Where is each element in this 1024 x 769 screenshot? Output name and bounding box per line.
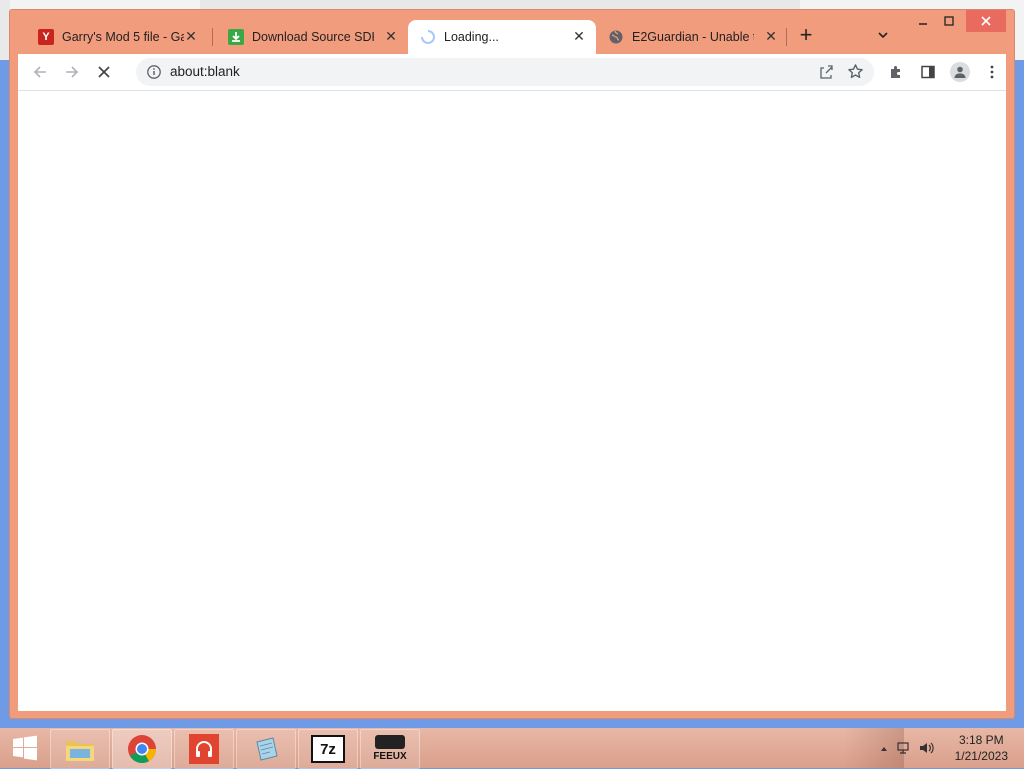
tab-e2guardian[interactable]: E2Guardian - Unable to ✕ <box>598 20 788 54</box>
volume-icon[interactable] <box>918 740 934 759</box>
extensions-icon[interactable] <box>886 62 906 82</box>
taskbar-7zip[interactable]: 7z <box>298 729 358 769</box>
tab-strip: Y Garry's Mod 5 file - Gar ✕ Download So… <box>10 10 1014 54</box>
tab-close-icon[interactable]: ✕ <box>384 29 398 43</box>
tab-title: Download Source SDK <box>252 30 374 44</box>
browser-window: Y Garry's Mod 5 file - Gar ✕ Download So… <box>10 10 1014 718</box>
bookmark-star-icon[interactable] <box>847 63 864 85</box>
feeux-label: FEEUX <box>373 751 407 762</box>
close-window-button[interactable] <box>966 10 1006 32</box>
feeux-icon: FEEUX <box>373 733 407 765</box>
loading-spinner-icon <box>420 29 436 45</box>
tab-title: Loading... <box>444 30 499 44</box>
download-icon <box>228 29 244 45</box>
forward-icon[interactable] <box>62 62 82 82</box>
page-viewport[interactable] <box>18 91 1006 711</box>
show-hidden-icons-icon[interactable] <box>880 742 888 756</box>
new-tab-button[interactable]: + <box>796 24 816 46</box>
system-tray: 3:18 PM 1/21/2023 <box>874 728 1024 768</box>
tab-search-chevron-icon[interactable] <box>876 28 892 44</box>
share-icon[interactable] <box>818 64 834 85</box>
taskbar: 7z FEEUX 3:18 PM 1/21/2023 <box>0 728 1024 769</box>
tab-title: E2Guardian - Unable to <box>632 30 754 44</box>
tab-title: Garry's Mod 5 file - Gar <box>62 30 184 44</box>
file-explorer-icon <box>66 741 94 761</box>
profile-icon[interactable] <box>950 62 970 82</box>
clock-time: 3:18 PM <box>958 733 1004 747</box>
address-bar[interactable]: about:blank <box>136 58 874 86</box>
yandex-icon: Y <box>38 29 54 45</box>
tab-garrys-mod[interactable]: Y Garry's Mod 5 file - Gar ✕ <box>28 20 208 54</box>
url-text[interactable]: about:blank <box>170 64 240 79</box>
taskbar-chrome[interactable] <box>112 729 172 769</box>
windows-logo-icon <box>13 735 37 761</box>
tab-loading[interactable]: Loading... ✕ <box>408 20 596 54</box>
tab-download-source-sdk[interactable]: Download Source SDK ✕ <box>218 20 408 54</box>
maximize-button[interactable] <box>934 10 964 32</box>
browser-toolbar: about:blank <box>18 54 1006 91</box>
headphones-app-icon <box>189 734 219 764</box>
7zip-icon: 7z <box>311 735 345 763</box>
start-button[interactable] <box>0 728 50 768</box>
notepad-icon <box>256 737 278 761</box>
site-info-icon[interactable] <box>146 64 162 80</box>
taskbar-notepad[interactable] <box>236 729 296 769</box>
feeux-device-shape <box>375 735 405 749</box>
back-icon[interactable] <box>30 62 50 82</box>
stop-icon[interactable] <box>94 62 114 82</box>
tab-close-icon[interactable]: ✕ <box>764 29 778 43</box>
clock[interactable]: 3:18 PM 1/21/2023 <box>955 732 1008 764</box>
taskbar-file-explorer[interactable] <box>50 729 110 769</box>
tab-separator <box>212 28 213 46</box>
chrome-icon <box>128 735 157 764</box>
network-icon[interactable] <box>896 740 912 759</box>
background-window-edge <box>0 0 10 60</box>
clock-date: 1/21/2023 <box>954 749 1008 763</box>
taskbar-feeux[interactable]: FEEUX <box>360 729 420 769</box>
menu-icon[interactable] <box>982 62 1002 82</box>
globe-icon <box>608 29 624 45</box>
tab-separator <box>786 28 787 46</box>
tab-close-icon[interactable]: ✕ <box>572 29 586 43</box>
tab-close-icon[interactable]: ✕ <box>184 29 198 43</box>
taskbar-headphones-app[interactable] <box>174 729 234 769</box>
side-panel-icon[interactable] <box>918 62 938 82</box>
